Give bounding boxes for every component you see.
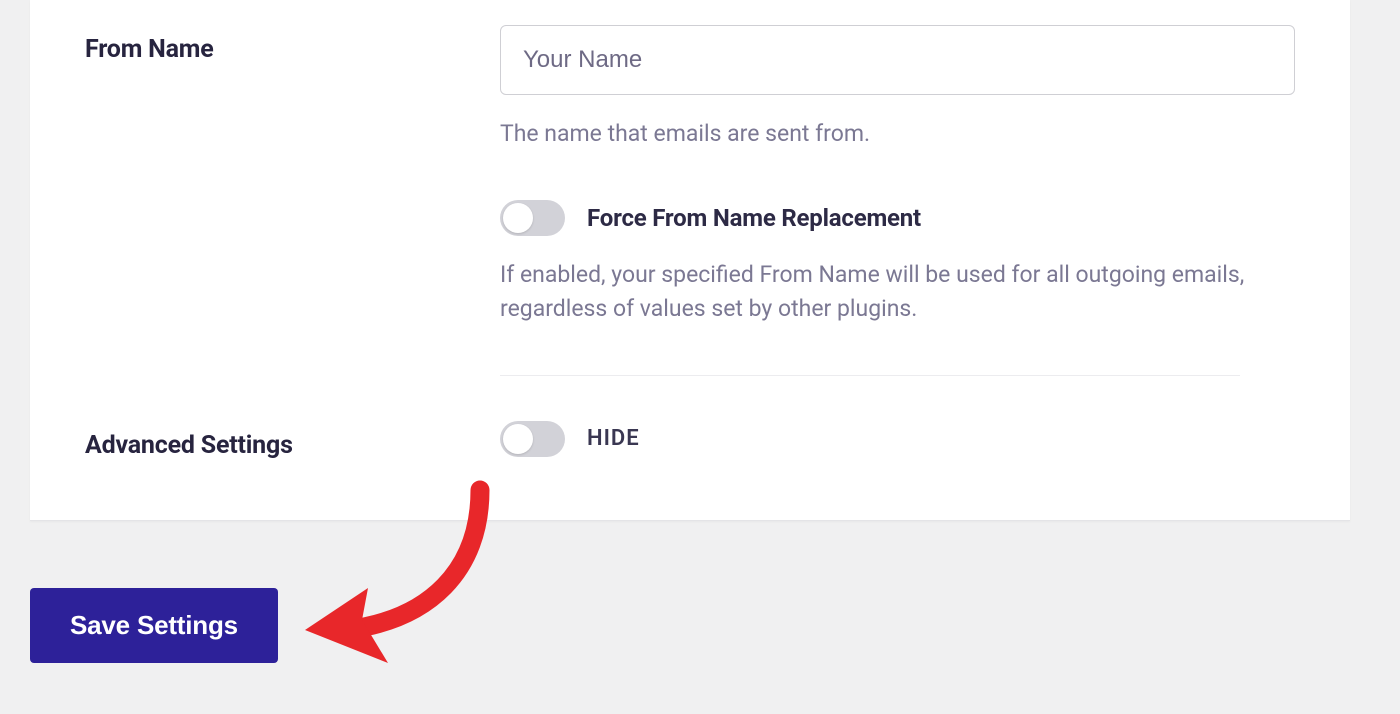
- advanced-settings-label: Advanced Settings: [85, 421, 500, 460]
- advanced-settings-toggle[interactable]: [500, 421, 565, 457]
- from-name-help: The name that emails are sent from.: [500, 117, 1295, 152]
- force-from-name-toggle[interactable]: [500, 200, 565, 236]
- advanced-settings-body: HIDE: [500, 421, 1350, 457]
- save-settings-button[interactable]: Save Settings: [30, 588, 278, 663]
- from-name-input[interactable]: [500, 25, 1295, 95]
- advanced-toggle-status: HIDE: [587, 426, 640, 451]
- force-from-name-label: Force From Name Replacement: [587, 204, 921, 232]
- from-name-label: From Name: [85, 25, 500, 64]
- force-from-name-help: If enabled, your specified From Name wil…: [500, 258, 1295, 327]
- from-name-row: From Name The name that emails are sent …: [85, 0, 1350, 376]
- advanced-toggle-line: HIDE: [500, 421, 1295, 457]
- from-name-body: The name that emails are sent from. Forc…: [500, 25, 1350, 376]
- advanced-settings-row: Advanced Settings HIDE: [85, 376, 1350, 480]
- toggle-knob: [503, 203, 533, 233]
- section-divider: [500, 375, 1240, 376]
- settings-panel: From Name The name that emails are sent …: [30, 0, 1350, 521]
- force-from-name-toggle-line: Force From Name Replacement: [500, 200, 1295, 236]
- toggle-knob: [503, 424, 533, 454]
